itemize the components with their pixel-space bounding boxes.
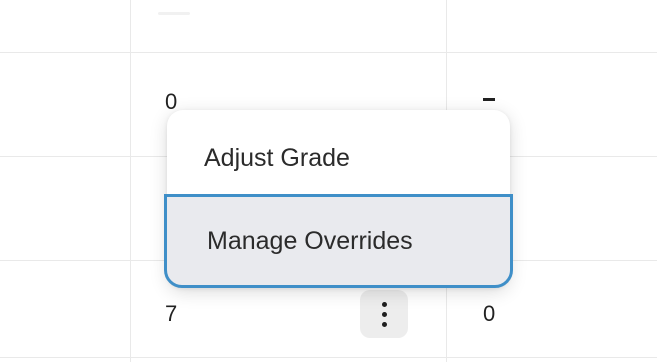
column-divider (130, 0, 131, 362)
grade-cell-empty-dash (483, 98, 495, 101)
menu-item-manage-overrides[interactable]: Manage Overrides (164, 194, 513, 288)
more-vertical-icon (381, 321, 387, 327)
header-cell-stub (158, 12, 190, 15)
row-divider (0, 357, 657, 358)
grade-cell-value: 0 (483, 301, 496, 326)
menu-item-label: Adjust Grade (204, 143, 350, 172)
grade-cell-value: 7 (165, 301, 178, 326)
more-vertical-icon (381, 301, 387, 307)
row-actions-button[interactable] (360, 290, 408, 338)
row-divider (0, 52, 657, 53)
menu-item-adjust-grade[interactable]: Adjust Grade (167, 128, 510, 188)
more-vertical-icon (381, 311, 387, 317)
menu-item-label: Manage Overrides (207, 226, 413, 255)
row-actions-menu: Adjust Grade Manage Overrides (164, 110, 513, 288)
